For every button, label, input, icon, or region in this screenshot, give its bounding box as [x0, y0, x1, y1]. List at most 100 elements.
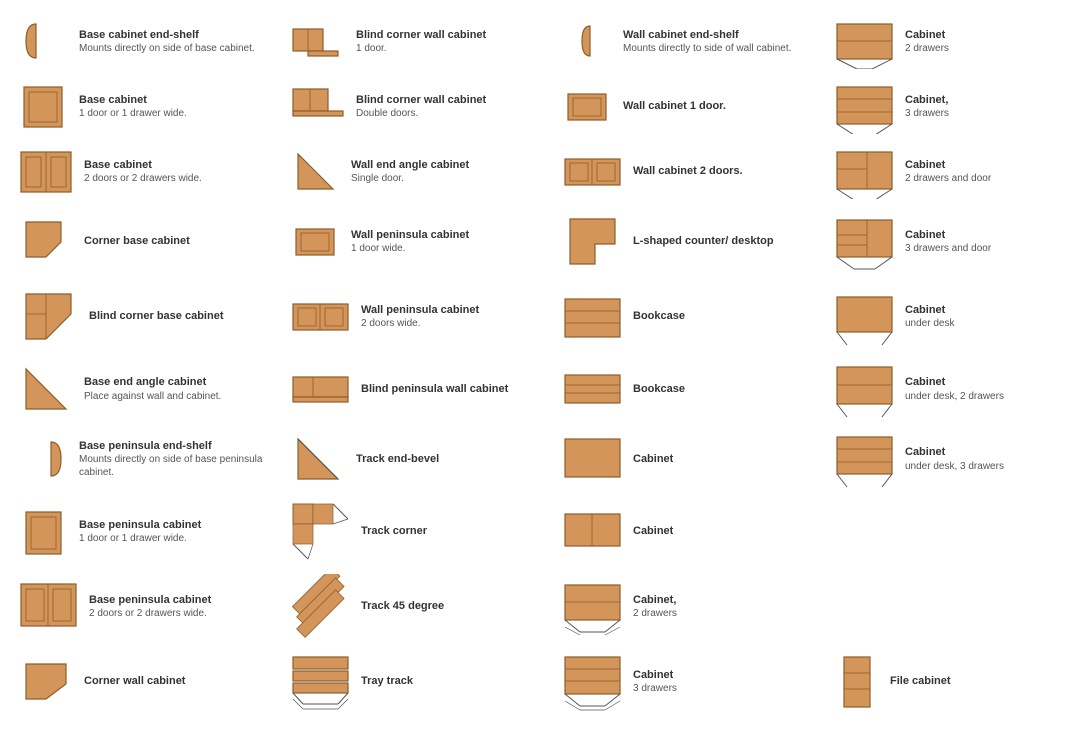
icon-cabinet-2drawers-bottom: [560, 577, 625, 637]
label-name: Cabinet,: [905, 93, 1079, 107]
item-wall-cabinet-2doors: Wall cabinet 2 doors.: [554, 140, 824, 203]
label-name: Cabinet: [633, 524, 818, 538]
icon-cabinet-3drawers-door: [832, 212, 897, 272]
icon-wall-peninsula-1door: [288, 214, 343, 269]
label-name: Cabinet: [905, 158, 1079, 172]
item-cabinet-plain-large: Cabinet: [554, 425, 824, 493]
label-name: Wall peninsula cabinet: [351, 228, 546, 242]
item-base-peninsula-end-shelf: Base peninsula end-shelf Mounts directly…: [10, 425, 280, 493]
label-desc: 2 doors or 2 drawers wide.: [89, 607, 274, 620]
icon-bookcase-2: [560, 367, 625, 412]
item-cabinet-3drawers: Cabinet, 3 drawers: [826, 75, 1079, 138]
label-name: Blind corner wall cabinet: [356, 28, 546, 42]
label-name: File cabinet: [890, 674, 1079, 688]
label-name: Track corner: [361, 524, 546, 538]
icon-base-end-angle-cabinet: [16, 359, 76, 419]
label-name: Base cabinet end-shelf: [79, 28, 274, 42]
icon-cabinet-3drawers: [832, 79, 897, 134]
item-wall-peninsula-1door: Wall peninsula cabinet 1 door wide.: [282, 205, 552, 278]
item-wall-cabinet-1door: Wall cabinet 1 door.: [554, 75, 824, 138]
page: Base cabinet end-shelf Mounts directly o…: [0, 0, 1079, 750]
label-name: Base peninsula cabinet: [89, 593, 274, 607]
item-blind-corner-wall-1door: Blind corner wall cabinet 1 door.: [282, 10, 552, 73]
item-wall-peninsula-2door: Wall peninsula cabinet 2 doors wide.: [282, 280, 552, 353]
item-bookcase-1: Bookcase: [554, 280, 824, 353]
label-name: Cabinet,: [633, 593, 818, 607]
icon-base-cabinet-2door: [16, 144, 76, 199]
item-bookcase-2: Bookcase: [554, 355, 824, 423]
item-wall-cabinet-end-shelf: Wall cabinet end-shelf Mounts directly t…: [554, 10, 824, 73]
label-desc: 1 door.: [356, 42, 546, 55]
icon-cabinet-under-desk: [832, 287, 897, 347]
icon-grid: Base cabinet end-shelf Mounts directly o…: [10, 10, 1069, 718]
item-placeholder-1: [826, 495, 1079, 568]
label-name: Cabinet: [905, 228, 1079, 242]
label-name: Wall cabinet end-shelf: [623, 28, 818, 42]
icon-cabinet-3drawers-bottom: [560, 652, 625, 712]
icon-wall-cabinet-1door: [560, 79, 615, 134]
icon-blind-corner-wall-double: [288, 79, 348, 134]
item-cabinet-2drawers: Cabinet 2 drawers: [826, 10, 1079, 73]
label-name: Corner wall cabinet: [84, 674, 274, 688]
label-desc: 1 door or 1 drawer wide.: [79, 532, 274, 545]
item-tray-track: Tray track: [282, 645, 552, 718]
item-base-peninsula-2door: Base peninsula cabinet 2 doors or 2 draw…: [10, 570, 280, 643]
label-desc: Double doors.: [356, 107, 546, 120]
icon-wall-cabinet-2doors: [560, 144, 625, 199]
icon-cabinet-wide: [560, 509, 625, 554]
label-desc: 3 drawers: [633, 682, 818, 695]
label-name: Blind corner base cabinet: [89, 309, 274, 323]
label-name: Track end-bevel: [356, 452, 546, 466]
icon-track-corner: [288, 499, 353, 564]
label-desc: Place against wall and cabinet.: [84, 390, 274, 403]
label-name: Base cabinet: [84, 158, 274, 172]
icon-base-peninsula-1door: [16, 502, 71, 562]
item-cabinet-under-desk-2drawers: Cabinet under desk, 2 drawers: [826, 355, 1079, 423]
item-base-cabinet-2door: Base cabinet 2 doors or 2 drawers wide.: [10, 140, 280, 203]
label-name: Base peninsula end-shelf: [79, 439, 274, 453]
icon-cabinet-2drawers: [832, 14, 897, 69]
icon-track-45-degree: [288, 574, 353, 639]
label-desc: 2 drawers and door: [905, 172, 1079, 185]
label-desc: under desk, 2 drawers: [905, 390, 1079, 403]
item-cabinet-3drawers-door: Cabinet 3 drawers and door: [826, 205, 1079, 278]
label-name: Cabinet: [633, 452, 818, 466]
item-base-cabinet-end-shelf: Base cabinet end-shelf Mounts directly o…: [10, 10, 280, 73]
item-blind-peninsula-wall: Blind peninsula wall cabinet: [282, 355, 552, 423]
item-wall-end-angle: Wall end angle cabinet Single door.: [282, 140, 552, 203]
icon-base-peninsula-2door: [16, 579, 81, 634]
label-name: Corner base cabinet: [84, 234, 274, 248]
item-base-peninsula-1door: Base peninsula cabinet 1 door or 1 drawe…: [10, 495, 280, 568]
item-base-end-angle-cabinet: Base end angle cabinet Place against wal…: [10, 355, 280, 423]
item-file-cabinet: File cabinet: [826, 645, 1079, 718]
label-desc: 2 doors wide.: [361, 317, 546, 330]
item-cabinet-2drawers-bottom: Cabinet, 2 drawers: [554, 570, 824, 643]
label-name: Tray track: [361, 674, 546, 688]
label-desc: Mounts directly on side of base cabinet.: [79, 42, 274, 55]
label-name: Cabinet: [905, 445, 1079, 459]
label-desc: Single door.: [351, 172, 546, 185]
icon-wall-end-angle: [288, 144, 343, 199]
label-desc: 1 door or 1 drawer wide.: [79, 107, 274, 120]
icon-wall-cabinet-end-shelf: [560, 14, 615, 69]
item-cabinet-under-desk-3drawers: Cabinet under desk, 3 drawers: [826, 425, 1079, 493]
item-corner-base-cabinet: Corner base cabinet: [10, 205, 280, 278]
item-l-shaped-counter: L-shaped counter/ desktop: [554, 205, 824, 278]
label-name: L-shaped counter/ desktop: [633, 234, 818, 248]
label-desc: under desk: [905, 317, 1079, 330]
icon-l-shaped-counter: [560, 209, 625, 274]
label-name: Wall peninsula cabinet: [361, 303, 546, 317]
icon-bookcase-1: [560, 289, 625, 344]
item-cabinet-wide: Cabinet: [554, 495, 824, 568]
label-name: Bookcase: [633, 309, 818, 323]
item-track-45-degree: Track 45 degree: [282, 570, 552, 643]
label-name: Wall cabinet 2 doors.: [633, 164, 818, 178]
icon-cabinet-under-desk-2drawers: [832, 359, 897, 419]
label-name: Base peninsula cabinet: [79, 518, 274, 532]
label-desc: 2 doors or 2 drawers wide.: [84, 172, 274, 185]
icon-blind-corner-wall-1door: [288, 14, 348, 69]
icon-cabinet-under-desk-3drawers: [832, 429, 897, 489]
icon-file-cabinet: [832, 649, 882, 714]
label-name: Cabinet: [905, 375, 1079, 389]
label-desc: 2 drawers: [905, 42, 1079, 55]
